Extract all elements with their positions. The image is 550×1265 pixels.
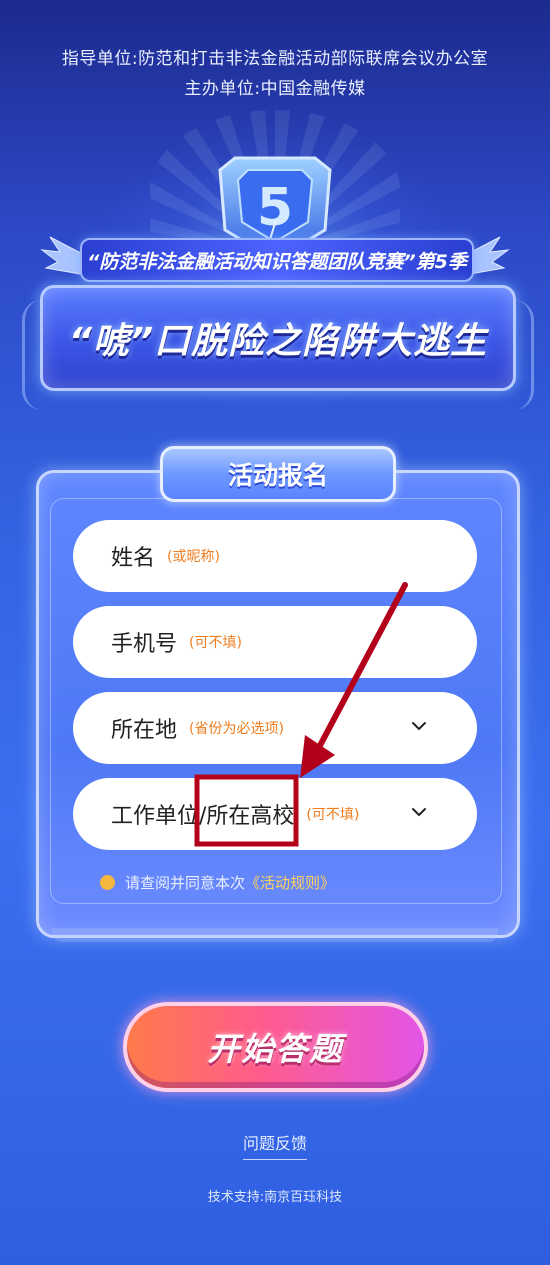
agree-text: 请查阅并同意本次 xyxy=(125,874,246,892)
agree-rules-row[interactable]: 请查阅并同意本次 《活动规则》 xyxy=(100,872,335,893)
svg-text:5: 5 xyxy=(257,178,293,238)
feedback-link[interactable]: 问题反馈 xyxy=(242,1134,307,1160)
host-unit-text: 主办单位:中国金融传媒 xyxy=(184,79,366,99)
start-quiz-label: 开始答题 xyxy=(207,1030,344,1068)
main-title: “唬”口脱险之陷阱大逃生 xyxy=(68,321,488,362)
phone-field-hint: (可不填) xyxy=(189,635,242,651)
chevron-down-icon[interactable] xyxy=(409,716,429,736)
agree-checkbox[interactable] xyxy=(100,875,115,890)
phone-field[interactable]: 手机号 (可不填) xyxy=(73,606,477,678)
form-title: 活动报名 xyxy=(160,446,396,502)
main-title-panel: “唬”口脱险之陷阱大逃生 xyxy=(40,285,516,391)
name-field[interactable]: 姓名 (或昵称) xyxy=(73,520,477,592)
work-unit-field-label: 工作单位/所在高校 xyxy=(111,804,295,829)
rules-link[interactable]: 《活动规则》 xyxy=(245,872,335,893)
work-unit-select[interactable]: 工作单位/所在高校 (可不填) xyxy=(73,778,477,850)
work-unit-field-hint: (可不填) xyxy=(306,807,360,823)
feedback-row: 问题反馈 xyxy=(0,1130,550,1160)
guide-unit-text: 指导单位:防范和打击非法金融活动部际联席会议办公室 xyxy=(61,49,489,69)
tech-support-text: 技术支持:南京百珏科技 xyxy=(207,1190,343,1205)
name-field-hint: (或昵称) xyxy=(167,549,220,565)
location-select[interactable]: 所在地 (省份为必选项) xyxy=(73,692,477,764)
name-field-label: 姓名 xyxy=(111,546,156,571)
location-field-label: 所在地 xyxy=(111,718,178,743)
season-title: “防范非法金融活动知识答题团队竞赛”第5季 xyxy=(80,238,474,282)
start-quiz-button[interactable]: 开始答题 xyxy=(123,1002,428,1092)
chevron-down-icon[interactable] xyxy=(409,802,429,822)
location-field-hint: (省份为必选项) xyxy=(189,721,284,737)
phone-field-label: 手机号 xyxy=(111,632,178,657)
form-bottom-decoration xyxy=(52,928,498,942)
